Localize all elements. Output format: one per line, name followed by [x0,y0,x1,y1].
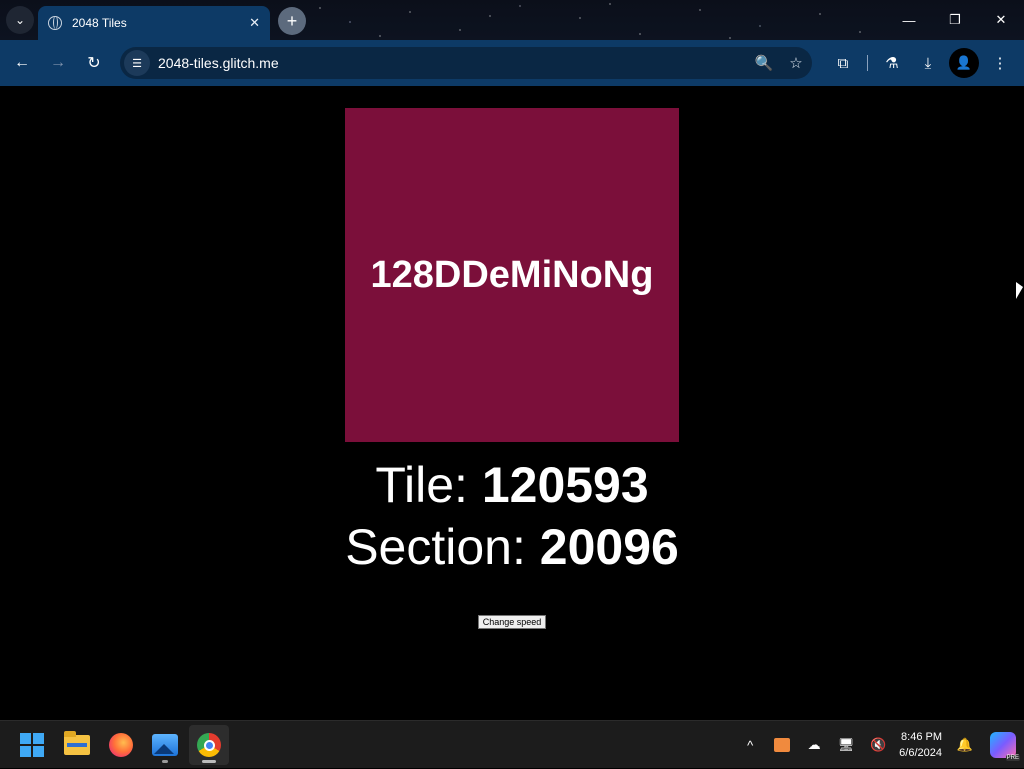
new-tab-button[interactable]: + [278,7,306,35]
show-hidden-icons-button[interactable]: ^ [735,730,765,760]
section-counter: Section: 20096 [0,518,1024,576]
folder-icon [64,731,90,755]
back-arrow-icon: ← [14,54,30,71]
tab-2048-tiles[interactable]: 2048 Tiles ✕ [38,6,270,40]
kebab-menu-icon: ⋮ [992,55,1008,72]
network-button[interactable]: 🖥 [831,730,861,760]
chevron-up-icon: ^ [747,737,754,753]
windows-logo-icon [20,733,44,757]
globe-icon [48,16,62,30]
star-icon: ☆ [789,55,803,72]
url-text[interactable]: 2048-tiles.glitch.me [158,55,748,71]
reload-button[interactable]: ↻ [76,45,112,81]
cloud-icon: ☁ [807,737,821,752]
notifications-button[interactable]: 🔔 [950,730,980,760]
browser-title-bar: ⌄ 2048 Tiles ✕ + — ❐ ✕ [0,0,1024,40]
clock-date: 6/6/2024 [899,747,942,759]
forward-button[interactable]: → [40,45,76,81]
mouse-cursor-icon [1016,282,1023,299]
section-counter-value: 20096 [539,519,679,575]
start-button[interactable] [12,725,52,765]
game-tile: 128DDeMiNoNg [345,108,679,442]
section-counter-label: Section: [345,519,526,575]
preview-badge: PRE [1005,755,1020,761]
volume-muted-icon: 🔇 [870,737,887,752]
minimize-button[interactable]: — [886,0,932,40]
taskbar-chrome[interactable] [189,725,229,765]
clock-time: 8:46 PM [901,731,942,743]
running-indicator [162,760,168,763]
download-icon: ⤓ [924,54,932,72]
reload-icon: ↻ [87,55,101,72]
tile-counter-value: 120593 [481,457,649,513]
bell-icon: 🔔 [956,737,974,752]
forward-arrow-icon: → [50,54,66,71]
zoom-button[interactable]: 🔍 [748,47,780,79]
volume-button[interactable]: 🔇 [863,730,893,760]
close-window-button[interactable]: ✕ [978,0,1024,40]
chevron-down-icon: ⌄ [14,13,26,27]
network-icon: 🖥 [837,737,855,752]
tile-counter-label: Tile: [375,457,468,513]
bookmark-button[interactable]: ☆ [780,47,812,79]
address-bar[interactable]: ☰ 2048-tiles.glitch.me 🔍 ☆ [120,47,812,79]
browser-menu-button[interactable]: ⋮ [982,45,1018,81]
taskbar-file-explorer[interactable] [57,725,97,765]
tray-app-icon [774,738,791,752]
back-button[interactable]: ← [4,45,40,81]
restore-button[interactable]: ❐ [932,0,978,40]
active-indicator [202,760,216,763]
chrome-icon [197,733,221,757]
tab-search-button[interactable]: ⌄ [6,6,34,34]
labs-button[interactable]: ⚗ [874,45,910,81]
site-info-button[interactable]: ☰ [124,50,150,76]
page-content: 128DDeMiNoNg Tile: 120593 Section: 20096… [0,86,1024,720]
toolbar-actions: ⧉ ⚗ ⤓ 👤 ⋮ [825,45,1018,81]
copilot-button[interactable]: PRE [990,732,1020,761]
toolbar-separator [867,55,868,71]
flask-icon: ⚗ [885,55,899,72]
taskbar-photos[interactable] [145,725,185,765]
zoom-icon: 🔍 [754,55,774,72]
extensions-button[interactable]: ⧉ [825,45,861,81]
tile-label: 128DDeMiNoNg [370,253,654,296]
firefox-icon [109,733,133,757]
photos-icon [152,734,178,756]
onedrive-button[interactable]: ☁ [799,730,829,760]
profile-button[interactable]: 👤 [949,48,979,78]
browser-toolbar: ← → ↻ ☰ 2048-tiles.glitch.me 🔍 ☆ ⧉ ⚗ ⤓ 👤… [0,40,1024,86]
tune-icon: ☰ [132,57,142,70]
tab-close-icon[interactable]: ✕ [249,15,260,31]
puzzle-icon: ⧉ [837,54,849,72]
taskbar: ^ ☁ 🖥 🔇 8:46 PM 6/6/2024 🔔 PRE [0,720,1024,768]
change-speed-button[interactable]: Change speed [478,615,546,629]
window-controls: — ❐ ✕ [886,0,1024,40]
taskbar-firefox[interactable] [101,725,141,765]
downloads-button[interactable]: ⤓ [910,45,946,81]
tab-title: 2048 Tiles [72,16,127,30]
tile-counter: Tile: 120593 [0,456,1024,514]
clock[interactable]: 8:46 PM 6/6/2024 [899,729,942,761]
tray-app-button[interactable] [767,730,797,760]
system-tray: ^ ☁ 🖥 🔇 8:46 PM 6/6/2024 🔔 PRE [735,721,1024,769]
profile-icon: 👤 [955,55,973,70]
